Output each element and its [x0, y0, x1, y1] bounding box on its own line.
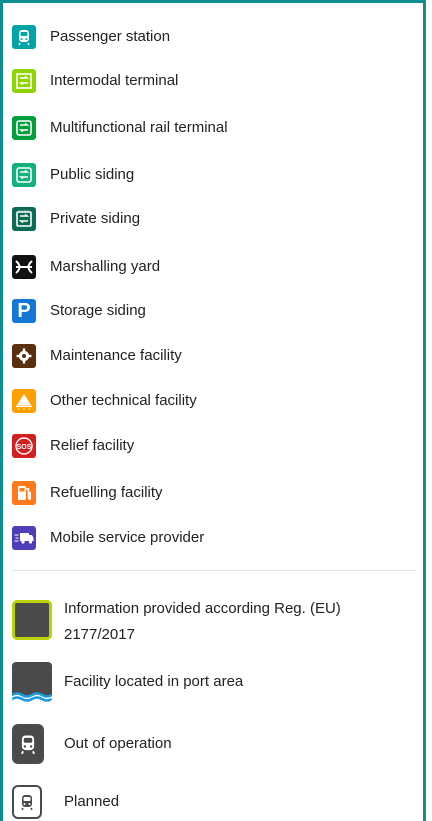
legend-item-label: Multifunctional rail terminal	[50, 119, 228, 136]
legend-item-label: Marshalling yard	[50, 258, 161, 275]
legend-item-label: Maintenance facility	[50, 347, 182, 364]
marshalling-yard-icon	[12, 255, 36, 279]
planned-icon	[12, 785, 42, 819]
legend-item-public-siding: Public siding	[12, 163, 134, 187]
svg-text:SOS: SOS	[17, 444, 32, 451]
legend-item-label: Mobile service provider	[50, 529, 205, 546]
legend-item-maintenance-facility: Maintenance facility	[12, 344, 182, 368]
legend-item-label: Intermodal terminal	[50, 72, 179, 89]
legend-panel: Passenger station Intermodal terminal Mu…	[0, 0, 426, 821]
legend-item-mobile-service-provider: Mobile service provider	[12, 526, 204, 550]
legend-status-out-of-operation: Out of operation	[12, 724, 172, 764]
private-siding-icon	[12, 207, 36, 231]
legend-divider	[12, 570, 416, 571]
legend-item-label: Other technical facility	[50, 392, 197, 409]
multifunctional-terminal-icon	[12, 116, 36, 140]
public-siding-icon	[12, 163, 36, 187]
legend-item-storage-siding: P Storage siding	[12, 299, 146, 323]
mobile-service-provider-icon	[12, 526, 36, 550]
legend-status-regulation-info: Information provided according Reg. (EU)…	[12, 596, 404, 648]
other-technical-facility-icon	[12, 389, 36, 413]
legend-status-planned: Planned	[12, 785, 119, 819]
legend-status-label: Facility located in port area	[64, 673, 244, 690]
port-area-icon	[12, 662, 52, 702]
storage-siding-icon: P	[12, 299, 36, 323]
maintenance-facility-icon	[12, 344, 36, 368]
legend-item-multifunctional-terminal: Multifunctional rail terminal	[12, 116, 228, 140]
legend-item-label: Refuelling facility	[50, 484, 163, 501]
legend-item-other-technical-facility: Other technical facility	[12, 389, 197, 413]
legend-status-label: Information provided according Reg. (EU)…	[64, 600, 341, 643]
legend-item-private-siding: Private siding	[12, 207, 140, 231]
out-of-operation-icon	[12, 724, 44, 764]
legend-item-refuelling-facility: Refuelling facility	[12, 481, 163, 505]
legend-item-intermodal-terminal: Intermodal terminal	[12, 69, 178, 93]
passenger-station-icon	[12, 25, 36, 49]
legend-item-relief-facility: SOS Relief facility	[12, 434, 134, 458]
legend-item-label: Storage siding	[50, 302, 146, 319]
intermodal-terminal-icon	[12, 69, 36, 93]
legend-item-passenger-station: Passenger station	[12, 25, 170, 49]
regulation-info-icon	[12, 600, 52, 640]
refuelling-facility-icon	[12, 481, 36, 505]
legend-item-marshalling-yard: Marshalling yard	[12, 255, 160, 279]
legend-status-port-area: Facility located in port area	[12, 662, 243, 702]
legend-item-label: Relief facility	[50, 437, 135, 454]
legend-item-label: Private siding	[50, 210, 141, 227]
legend-status-label: Out of operation	[64, 735, 172, 752]
legend-status-label: Planned	[64, 793, 120, 810]
legend-item-label: Passenger station	[50, 28, 171, 45]
legend-item-label: Public siding	[50, 166, 135, 183]
relief-facility-icon: SOS	[12, 434, 36, 458]
